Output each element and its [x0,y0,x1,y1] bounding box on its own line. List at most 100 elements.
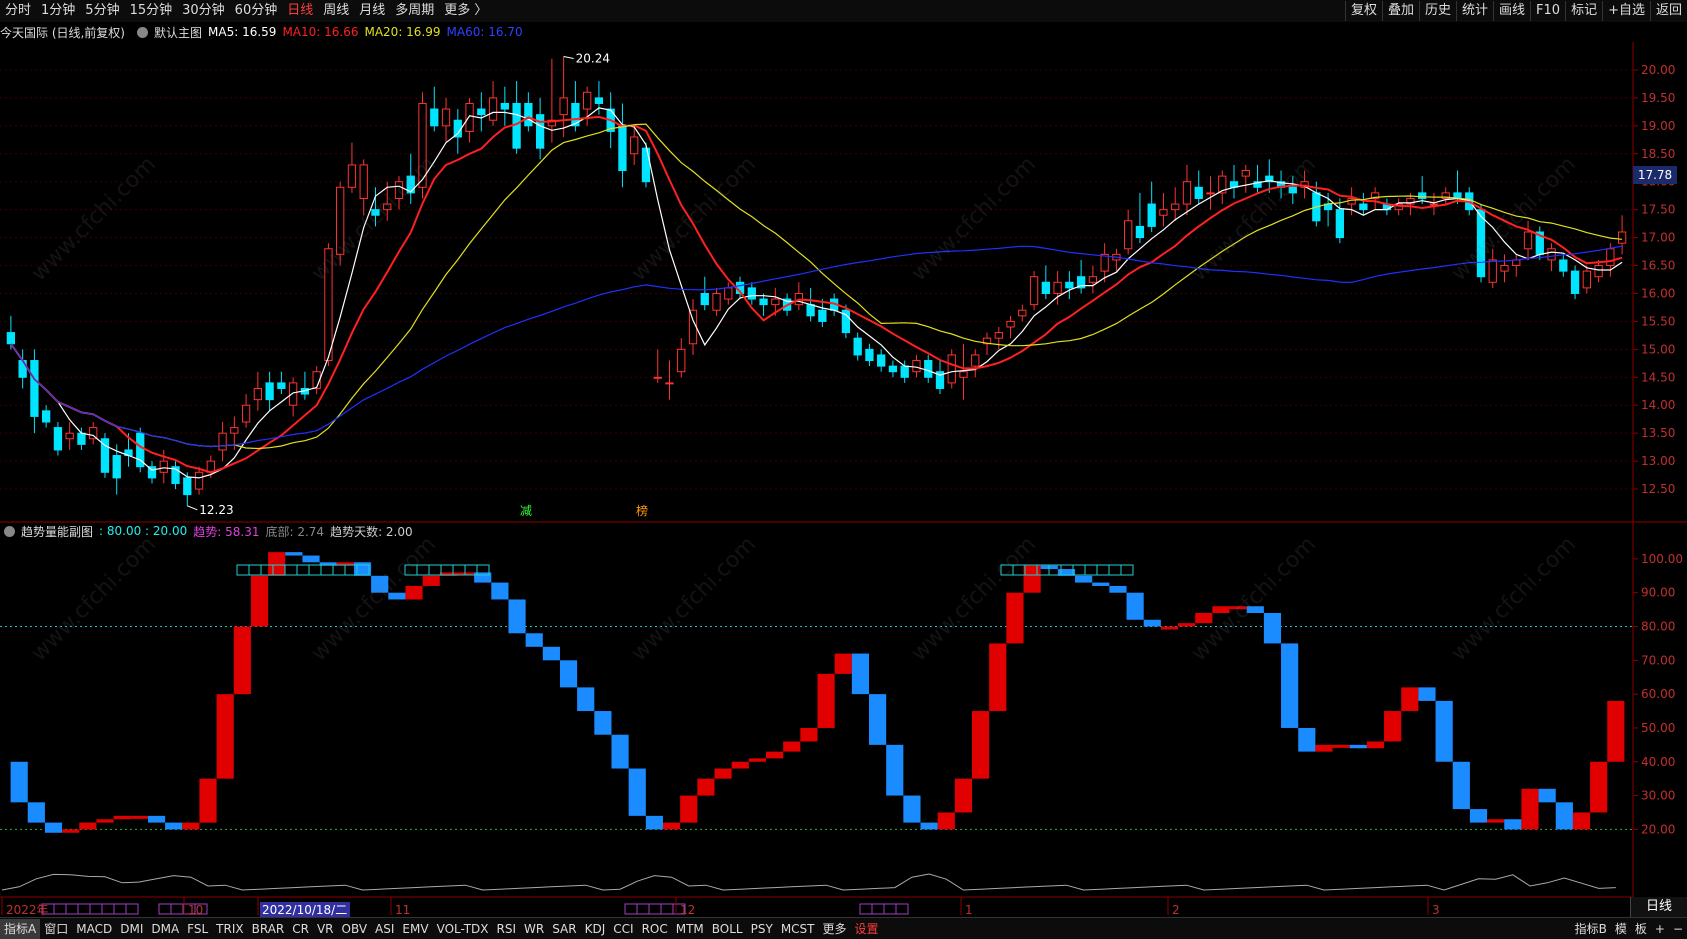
ma60-value: MA60: 16.70 [446,25,523,39]
y-tick-label: 19.50 [1641,91,1675,105]
tool-button-2[interactable]: 历史 [1418,1,1456,21]
indicator-tab-11[interactable]: ASI [371,919,398,939]
period-tab-6[interactable]: 日线 [282,1,318,21]
trend-block [645,815,663,830]
indicator-tab-1[interactable]: 窗口 [40,919,72,939]
tool-button-5[interactable]: F10 [1530,1,1565,21]
current-price-tag: 17.78 [1633,166,1677,184]
watermark: www.cfchi.com [1187,532,1321,666]
tool-button-4[interactable]: 画线 [1493,1,1530,21]
trend-block [405,585,423,600]
indicator-tab-18[interactable]: CCI [609,919,637,939]
ma10-value: MA10: 16.66 [282,25,359,39]
indicator-tab-3[interactable]: DMI [116,919,147,939]
period-tab-2[interactable]: 5分钟 [80,1,124,21]
y-tick-label: 13.00 [1641,454,1675,468]
trend-block [525,633,543,647]
tool-button-0[interactable]: 复权 [1344,1,1382,21]
candle-body [77,432,86,445]
tool-button-1[interactable]: 叠加 [1381,1,1419,21]
trend-block [79,822,97,830]
peak-marker [1120,564,1134,576]
peak-marker [248,564,262,576]
period-tab-9[interactable]: 多周期 [390,1,439,21]
candle-body [112,455,121,479]
indicator-right-tab-0[interactable]: 指标B [1571,919,1611,939]
period-tab-7[interactable]: 周线 [318,1,354,21]
event-mark: 减 [520,504,532,518]
period-tab-0[interactable]: 分时 [0,1,36,21]
tool-button-3[interactable]: 统计 [1456,1,1493,21]
trend-block [662,822,681,830]
indicator-tab-2[interactable]: MACD [72,919,116,939]
tool-button-7[interactable]: +自选 [1602,1,1650,21]
settings-icon[interactable] [137,26,148,38]
candle-body [159,460,168,473]
indicator-tab-13[interactable]: VOL-TDX [433,919,493,939]
kline-chart[interactable]: 20.0019.5019.0018.5018.0017.5017.0016.50… [0,22,1687,917]
indicator-tab-16[interactable]: SAR [548,919,580,939]
indicator-tab-9[interactable]: VR [313,919,338,939]
stock-title[interactable]: 今天国际 (日线,前复权) [0,24,125,41]
high-price-label: 20.24 [576,52,610,66]
trend-block [1607,700,1625,762]
indicator-right-tab-4[interactable]: − [1669,919,1687,939]
watermark: www.cfchi.com [27,532,161,666]
candle-body [1488,259,1497,283]
indicator-tab-25[interactable]: 设置 [851,919,883,939]
tool-button-6[interactable]: 标记 [1565,1,1602,21]
period-tab-1[interactable]: 1分钟 [36,1,80,21]
trend-block [542,646,560,661]
peak-marker [1096,564,1110,576]
tool-button-8[interactable]: 返回 [1649,1,1687,21]
indicator-tab-17[interactable]: KDJ [581,919,610,939]
candle-body [1617,231,1627,244]
trend-block [285,552,303,556]
indicator-right-tab-2[interactable]: 板 [1631,919,1651,939]
indicator-tab-8[interactable]: CR [288,919,313,939]
trend-block [491,582,509,600]
period-tab-10[interactable]: 更多 〉 [439,1,492,21]
indicator-tab-4[interactable]: DMA [147,919,183,939]
candle-body [665,382,674,385]
indicator-tab-14[interactable]: RSI [493,919,521,939]
indicator-name[interactable]: 趋势量能副图 [21,523,93,540]
indicator-right-tab-3[interactable]: + [1651,919,1669,939]
indicator-tab-21[interactable]: BOLL [708,919,747,939]
peak-marker [1084,564,1098,576]
trend-block [1418,687,1436,701]
candle-body [641,147,651,183]
period-tab-8[interactable]: 月线 [354,1,390,21]
indicator-right-tab-1[interactable]: 模 [1611,919,1631,939]
indicator-tab-22[interactable]: PSY [747,919,777,939]
indicator-tab-5[interactable]: FSL [183,919,212,939]
indicator-tab-15[interactable]: WR [520,919,548,939]
indicator-tab-7[interactable]: BRAR [248,919,289,939]
time-label: 1 [965,903,973,917]
period-tabs: 分时 1分钟 5分钟 15分钟 30分钟 60分钟 日线 周线 月线 多周期 更多 〉 [0,1,492,21]
indicator-tab-10[interactable]: OBV [338,919,372,939]
high-pointer [563,56,574,60]
indicator-levels: : 80.00 : 20.00 [99,524,188,538]
template-name[interactable]: 默认主图 [154,24,202,41]
indicator-tab-20[interactable]: MTM [672,919,708,939]
candle-body [1429,203,1439,206]
low-price-label: 12.23 [199,503,233,517]
sub-y-tick-label: 20.00 [1641,822,1675,836]
ma5-value: MA5: 16.59 [208,25,277,39]
period-label[interactable]: 日线 [1630,897,1687,917]
indicator-tab-6[interactable]: TRIX [212,919,247,939]
settings-icon[interactable] [4,525,15,537]
indicator-tab-19[interactable]: ROC [638,919,672,939]
trend-block [1555,802,1573,830]
period-tab-5[interactable]: 60分钟 [230,1,283,21]
indicator-tab-24[interactable]: 更多 [819,919,851,939]
indicator-tab-23[interactable]: MCST [777,919,819,939]
period-tab-3[interactable]: 15分钟 [125,1,178,21]
trend-block [920,822,938,830]
indicator-tab-12[interactable]: EMV [398,919,432,939]
indicator-tab-0[interactable]: 指标A [0,918,41,939]
candle-body [1582,270,1591,289]
indicator-bottom: 底部: 2.74 [265,524,325,539]
period-tab-4[interactable]: 30分钟 [177,1,230,21]
